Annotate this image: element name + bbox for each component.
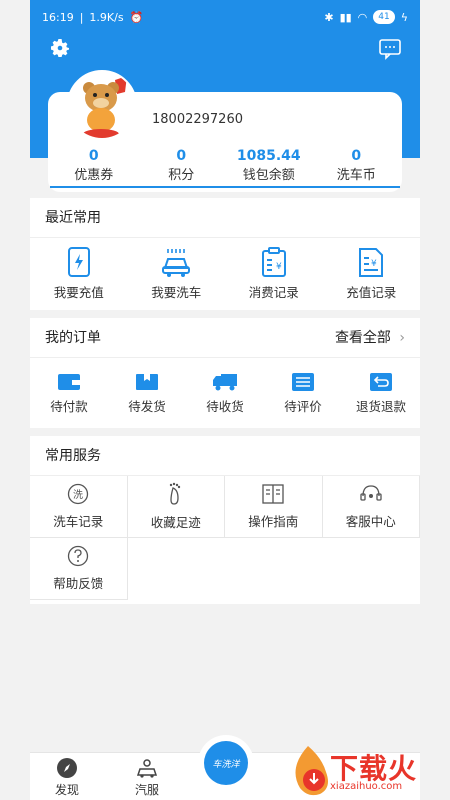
return-refund-button[interactable]: 退货退款 [342, 372, 420, 415]
return-icon [370, 373, 392, 391]
pending-review-label: 待评价 [284, 399, 322, 414]
brand-logo: 车洗洋 [204, 741, 248, 785]
book-icon [262, 484, 284, 504]
stat-coupons[interactable]: 0 优惠券 [50, 148, 138, 188]
status-time: 16:19 [42, 10, 74, 24]
consume-record-label: 消费记录 [248, 285, 299, 300]
center-home-button[interactable]: 车洗洋 [198, 735, 254, 791]
guide-label: 操作指南 [248, 514, 299, 529]
pending-receive-label: 待收货 [206, 399, 244, 414]
stat-points[interactable]: 0 积分 [138, 148, 226, 188]
wash-record-button[interactable]: 洗 洗车记录 [30, 476, 128, 538]
stat-value: 0 [176, 148, 187, 164]
car-wash-button[interactable]: 我要洗车 [128, 246, 226, 301]
guide-button[interactable]: 操作指南 [225, 476, 323, 538]
stat-value: 0 [351, 148, 362, 164]
stat-label: 钱包余额 [242, 168, 295, 183]
customer-service-label: 客服中心 [345, 514, 396, 529]
wash-record-icon: 洗 [68, 483, 89, 505]
alarm-icon: ⏰ [129, 10, 144, 24]
nav-label: 汽服 [134, 783, 159, 797]
orders-title: 我的订单 [45, 330, 101, 346]
pending-payment-label: 待付款 [50, 399, 88, 414]
recharge-label: 我要充值 [53, 285, 104, 300]
footprint-icon [169, 482, 180, 505]
bluetooth-icon: ✱ [324, 10, 334, 24]
nav-discover[interactable]: 发现 [42, 757, 92, 798]
pending-payment-button[interactable]: 待付款 [30, 372, 108, 415]
svg-text:¥: ¥ [276, 262, 282, 272]
stat-label: 优惠券 [74, 168, 114, 183]
footprint-label: 收藏足迹 [150, 515, 201, 530]
return-refund-label: 退货退款 [355, 399, 406, 414]
stat-wallet[interactable]: 1085.44 钱包余额 [225, 148, 313, 188]
consume-record-icon: ¥ [261, 247, 286, 277]
footprint-button[interactable]: 收藏足迹 [127, 476, 225, 538]
charging-icon: ϟ [400, 10, 408, 24]
message-icon[interactable] [378, 38, 402, 60]
stat-wash-coins[interactable]: 0 洗车币 [313, 148, 401, 188]
status-bar: 16:19 | 1.9K/s ⏰ ✱ ▮▮ ◠ 41 ϟ [30, 0, 420, 34]
pending-review-button[interactable]: 待评价 [264, 372, 342, 415]
gear-icon[interactable] [48, 36, 72, 60]
wash-record-label: 洗车记录 [53, 514, 104, 529]
section-title: 我的订单 查看全部 › [30, 318, 420, 358]
car-service-icon [136, 759, 158, 778]
chevron-right-icon: › [399, 330, 405, 346]
stat-value: 1085.44 [236, 148, 301, 164]
nav-label: 发现 [54, 783, 79, 797]
recent-section: 最近常用 我要充值 我要洗车 ¥ 消费记录 ¥ 充值记录 [30, 198, 420, 310]
user-phone: 18002297260 [152, 112, 243, 127]
headset-icon [360, 485, 382, 501]
stat-value: 0 [88, 148, 99, 164]
package-icon [136, 374, 158, 390]
status-speed: 1.9K/s [89, 10, 124, 24]
svg-text:洗: 洗 [73, 489, 83, 501]
consume-record-button[interactable]: ¥ 消费记录 [225, 246, 323, 301]
compass-icon [57, 758, 77, 778]
comment-icon [292, 373, 314, 391]
car-wash-label: 我要洗车 [151, 285, 202, 300]
section-title: 常用服务 [30, 436, 420, 476]
orders-section: 我的订单 查看全部 › 待付款 待发货 待收货 待评价 退货退款 [30, 318, 420, 428]
pending-ship-button[interactable]: 待发货 [108, 372, 186, 415]
wallet-icon [58, 374, 80, 390]
recharge-button[interactable]: 我要充值 [30, 246, 128, 301]
wifi-icon: ◠ [357, 10, 368, 24]
recharge-record-icon: ¥ [359, 248, 384, 277]
help-feedback-button[interactable]: 帮助反馈 [30, 538, 128, 600]
watermark-url: xiazaihuo.com [330, 781, 403, 792]
recharge-record-button[interactable]: ¥ 充值记录 [323, 246, 421, 301]
screen: 16:19 | 1.9K/s ⏰ ✱ ▮▮ ◠ 41 ϟ 18002297260… [0, 0, 450, 800]
stats-divider [50, 186, 400, 188]
pending-receive-button[interactable]: 待收货 [186, 372, 264, 415]
customer-service-button[interactable]: 客服中心 [322, 476, 420, 538]
phone-charge-icon [67, 247, 90, 277]
view-all-link[interactable]: 查看全部 › [335, 318, 405, 358]
stat-label: 积分 [168, 168, 195, 183]
section-title: 最近常用 [30, 198, 420, 238]
battery-icon: 41 [373, 10, 395, 24]
signal-icon: ▮▮ [339, 10, 352, 24]
recharge-record-label: 充值记录 [346, 285, 397, 300]
nav-car-service[interactable]: 汽服 [122, 757, 172, 798]
services-section: 常用服务 洗 洗车记录 收藏足迹 操作指南 客服中心 帮助反馈 [30, 436, 420, 604]
avatar[interactable] [67, 70, 137, 140]
car-wash-icon [162, 249, 191, 277]
stat-label: 洗车币 [336, 168, 376, 183]
svg-text:¥: ¥ [371, 259, 377, 269]
truck-icon [213, 374, 237, 391]
help-feedback-label: 帮助反馈 [53, 576, 104, 591]
pending-ship-label: 待发货 [128, 399, 166, 414]
question-icon [68, 545, 89, 567]
stats-row: 0 优惠券 0 积分 1085.44 钱包余额 0 洗车币 [50, 148, 400, 188]
